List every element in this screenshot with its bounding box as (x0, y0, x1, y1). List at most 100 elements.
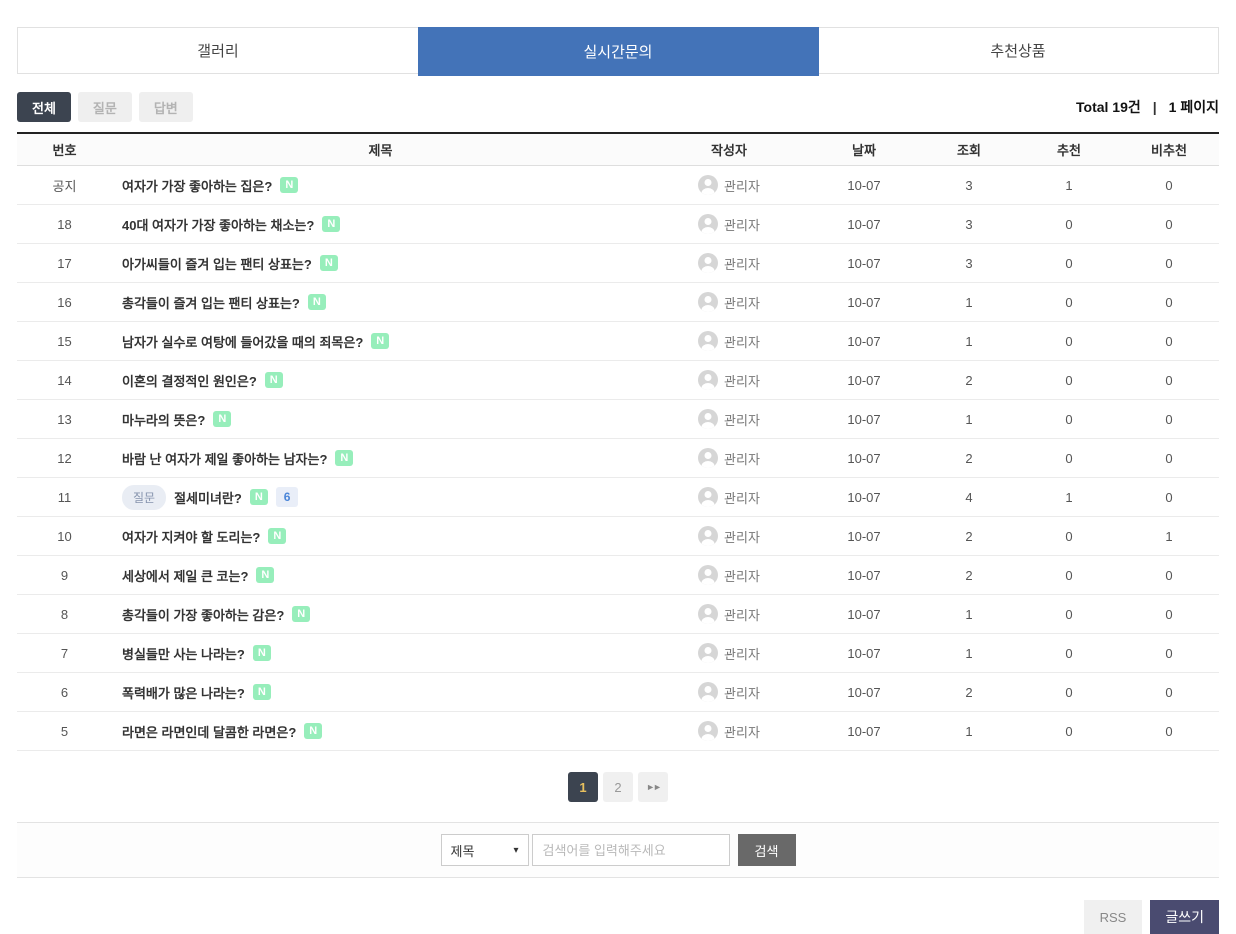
user-avatar-icon (698, 604, 718, 624)
post-downvotes: 0 (1119, 295, 1219, 310)
post-upvotes: 0 (1019, 529, 1119, 544)
post-title-link[interactable]: 이혼의 결정적인 원인은? (122, 371, 257, 390)
author-name: 관리자 (724, 527, 760, 546)
post-downvotes: 0 (1119, 685, 1219, 700)
post-title-link[interactable]: 총각들이 즐겨 입는 팬티 상표는? (122, 293, 300, 312)
page-button[interactable]: 2 (603, 772, 633, 802)
filter-button[interactable]: 전체 (17, 92, 71, 122)
post-upvotes: 1 (1019, 178, 1119, 193)
post-views: 2 (919, 373, 1019, 388)
post-title-link[interactable]: 여자가 가장 좋아하는 집은? (122, 176, 272, 195)
table-row: 7 병실들만 사는 나라는? N 관리자 10-07 1 0 0 (17, 634, 1219, 673)
post-downvotes: 0 (1119, 256, 1219, 271)
post-title-link[interactable]: 바람 난 여자가 제일 좋아하는 남자는? (122, 449, 327, 468)
post-title-cell: 총각들이 가장 좋아하는 감은? N (112, 605, 649, 624)
post-author-cell: 관리자 (649, 526, 809, 546)
tab-label: 갤러리 (197, 40, 238, 61)
post-number: 8 (17, 607, 112, 622)
post-author-cell: 관리자 (649, 370, 809, 390)
table-row: 17 아가씨들이 즐겨 입는 팬티 상표는? N 관리자 10-07 3 0 0 (17, 244, 1219, 283)
post-title-cell: 이혼의 결정적인 원인은? N (112, 371, 649, 390)
header-number: 번호 (17, 140, 112, 159)
author-name: 관리자 (724, 566, 760, 585)
post-title-link[interactable]: 총각들이 가장 좋아하는 감은? (122, 605, 284, 624)
board-page: 갤러리 실시간문의 추천상품 전체 질문 (0, 0, 1236, 934)
header-downvote: 비추천 (1119, 140, 1219, 159)
post-author-cell: 관리자 (649, 682, 809, 702)
table-row: 13 마누라의 뜻은? N 관리자 10-07 1 0 0 (17, 400, 1219, 439)
post-title-link[interactable]: 라면은 라면인데 달콤한 라면은? (122, 722, 296, 741)
post-number: 17 (17, 256, 112, 271)
post-title-cell: 병실들만 사는 나라는? N (112, 644, 649, 663)
post-title-link[interactable]: 세상에서 제일 큰 코는? (122, 566, 248, 585)
table-row: 18 40대 여자가 가장 좋아하는 채소는? N 관리자 10-07 3 0 … (17, 205, 1219, 244)
post-date: 10-07 (809, 373, 919, 388)
post-downvotes: 1 (1119, 529, 1219, 544)
filter-button[interactable]: 답변 (139, 92, 193, 122)
filter-row: 전체 질문 답변 Total 19건 | 1 페이지 (17, 92, 1219, 122)
post-title-cell: 라면은 라면인데 달콤한 라면은? N (112, 722, 649, 741)
tab-item[interactable]: 갤러리 (18, 28, 419, 73)
post-downvotes: 0 (1119, 451, 1219, 466)
rss-button[interactable]: RSS (1084, 900, 1143, 934)
post-upvotes: 0 (1019, 568, 1119, 583)
post-views: 2 (919, 568, 1019, 583)
post-title-link[interactable]: 남자가 실수로 여탕에 들어갔을 때의 죄목은? (122, 332, 363, 351)
post-date: 10-07 (809, 178, 919, 193)
post-title-cell: 40대 여자가 가장 좋아하는 채소는? N (112, 215, 649, 234)
post-title-link[interactable]: 마누라의 뜻은? (122, 410, 205, 429)
post-views: 2 (919, 451, 1019, 466)
search-category-value: 제목 (451, 841, 475, 860)
post-downvotes: 0 (1119, 490, 1219, 505)
new-badge: N (250, 489, 268, 505)
post-date: 10-07 (809, 217, 919, 232)
next-page-button[interactable]: ►► (638, 772, 668, 802)
author-name: 관리자 (724, 605, 760, 624)
post-title-link[interactable]: 절세미녀란? (174, 488, 242, 507)
table-row: 11 질문 절세미녀란? N 6 관리자 10-07 4 1 0 (17, 478, 1219, 517)
post-title-cell: 남자가 실수로 여탕에 들어갔을 때의 죄목은? N (112, 332, 649, 351)
new-badge: N (371, 333, 389, 349)
post-title-link[interactable]: 여자가 지켜야 할 도리는? (122, 527, 260, 546)
author-name: 관리자 (724, 371, 760, 390)
user-avatar-icon (698, 331, 718, 351)
post-number: 공지 (17, 176, 112, 195)
table-row: 15 남자가 실수로 여탕에 들어갔을 때의 죄목은? N 관리자 10-07 … (17, 322, 1219, 361)
author-name: 관리자 (724, 410, 760, 429)
user-avatar-icon (698, 292, 718, 312)
post-title-link[interactable]: 아가씨들이 즐겨 입는 팬티 상표는? (122, 254, 312, 273)
search-button[interactable]: 검색 (738, 834, 796, 866)
post-author-cell: 관리자 (649, 565, 809, 585)
filter-buttons: 전체 질문 답변 (17, 92, 200, 122)
filter-label: 답변 (154, 98, 178, 117)
tab-item[interactable]: 추천상품 (818, 28, 1218, 73)
post-date: 10-07 (809, 724, 919, 739)
post-views: 1 (919, 724, 1019, 739)
post-title-cell: 질문 절세미녀란? N 6 (112, 485, 649, 510)
post-number: 10 (17, 529, 112, 544)
post-views: 1 (919, 412, 1019, 427)
post-number: 12 (17, 451, 112, 466)
filter-button[interactable]: 질문 (78, 92, 132, 122)
post-views: 2 (919, 685, 1019, 700)
table-row: 16 총각들이 즐겨 입는 팬티 상표는? N 관리자 10-07 1 0 0 (17, 283, 1219, 322)
search-input[interactable] (532, 834, 730, 866)
post-downvotes: 0 (1119, 178, 1219, 193)
search-category-select[interactable]: 제목 ▾ (441, 834, 529, 866)
summary-separator: | (1153, 99, 1157, 115)
post-title-link[interactable]: 병실들만 사는 나라는? (122, 644, 245, 663)
tab-label: 실시간문의 (583, 41, 652, 62)
page-button[interactable]: 1 (568, 772, 598, 802)
write-post-button[interactable]: 글쓰기 (1150, 900, 1219, 934)
filter-label: 전체 (32, 98, 56, 117)
new-badge: N (280, 177, 298, 193)
new-badge: N (320, 255, 338, 271)
post-views: 4 (919, 490, 1019, 505)
post-upvotes: 0 (1019, 217, 1119, 232)
tab-item[interactable]: 실시간문의 (418, 27, 819, 76)
post-views: 3 (919, 256, 1019, 271)
post-title-link[interactable]: 40대 여자가 가장 좋아하는 채소는? (122, 215, 314, 234)
post-upvotes: 0 (1019, 451, 1119, 466)
post-title-cell: 바람 난 여자가 제일 좋아하는 남자는? N (112, 449, 649, 468)
post-title-link[interactable]: 폭력배가 많은 나라는? (122, 683, 245, 702)
